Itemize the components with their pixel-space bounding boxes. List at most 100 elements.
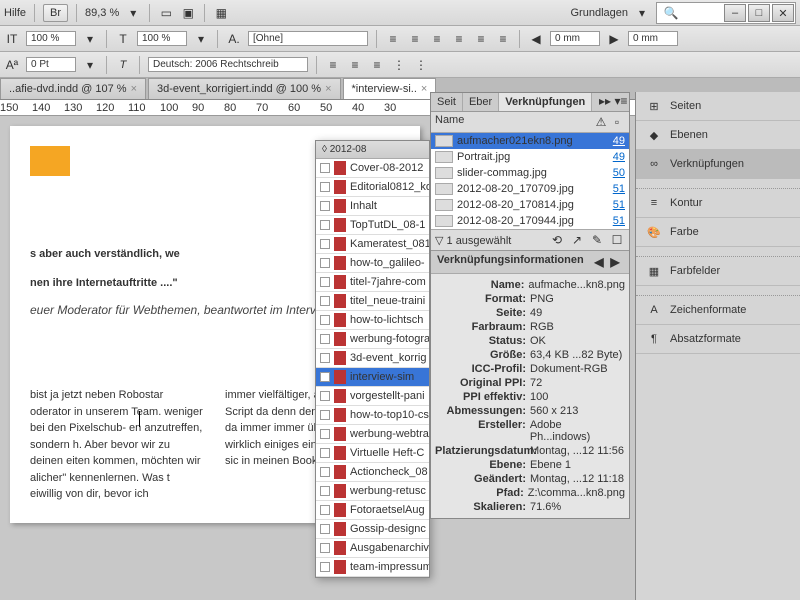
- book-item[interactable]: Virtuelle Heft-C: [316, 444, 429, 463]
- book-item[interactable]: how-to-top10-cs: [316, 406, 429, 425]
- checkbox[interactable]: [320, 543, 330, 553]
- checkbox[interactable]: [320, 239, 330, 249]
- checkbox[interactable]: [320, 486, 330, 496]
- goto-link-icon[interactable]: ↗: [569, 232, 585, 248]
- tab-layers[interactable]: Eber: [463, 93, 499, 111]
- chevron-down-icon[interactable]: ▾: [82, 57, 98, 73]
- checkbox[interactable]: [320, 296, 330, 306]
- book-item[interactable]: werbung-retusc: [316, 482, 429, 501]
- checkbox[interactable]: [320, 258, 330, 268]
- book-item[interactable]: TopTutDL_08-1: [316, 216, 429, 235]
- hscale-input[interactable]: [137, 31, 187, 46]
- panel-menu-icon[interactable]: ▾≡: [613, 93, 629, 109]
- checkbox[interactable]: [320, 182, 330, 192]
- list-icon[interactable]: ⋮: [413, 57, 429, 73]
- checkbox[interactable]: [320, 220, 330, 230]
- baseline-input[interactable]: [26, 57, 76, 72]
- checkbox[interactable]: [320, 467, 330, 477]
- panel-farbfelder[interactable]: ▦Farbfelder: [636, 257, 800, 286]
- char-style-dropdown[interactable]: [Ohne]: [248, 31, 368, 46]
- book-item[interactable]: titel-7jahre-com: [316, 273, 429, 292]
- checkbox[interactable]: [320, 448, 330, 458]
- book-item[interactable]: Editorial0812_ko: [316, 178, 429, 197]
- document-tab[interactable]: 3d-event_korrigiert.indd @ 100 % ×: [148, 78, 340, 99]
- name-column[interactable]: Name: [435, 114, 464, 130]
- panel-kontur[interactable]: ≡Kontur: [636, 189, 800, 218]
- align-right-icon[interactable]: ≡: [429, 31, 445, 47]
- update-link-icon[interactable]: ✎: [589, 232, 605, 248]
- link-row[interactable]: aufmacher021ekn8.png49: [431, 133, 629, 149]
- help-menu[interactable]: Hilfe: [4, 7, 26, 19]
- book-item[interactable]: FotoraetselAug: [316, 501, 429, 520]
- checkbox[interactable]: [320, 201, 330, 211]
- zoom-level[interactable]: 89,3 %: [85, 7, 119, 19]
- book-item[interactable]: Cover-08-2012: [316, 159, 429, 178]
- link-row[interactable]: 2012-08-20_170944.jpg51: [431, 213, 629, 229]
- dropdown-icon[interactable]: ▾: [634, 5, 650, 21]
- bridge-button[interactable]: Br: [43, 4, 68, 22]
- align-left-icon[interactable]: ≡: [385, 31, 401, 47]
- book-item[interactable]: how-to-lichtsch: [316, 311, 429, 330]
- link-row[interactable]: slider-commag.jpg50: [431, 165, 629, 181]
- chevron-down-icon[interactable]: ▾: [193, 31, 209, 47]
- book-item[interactable]: interview-sim: [316, 368, 429, 387]
- book-item[interactable]: team-impressum: [316, 558, 429, 577]
- book-list[interactable]: Cover-08-2012Editorial0812_koInhaltTopTu…: [316, 159, 429, 577]
- vscale-input[interactable]: [26, 31, 76, 46]
- indent2-input[interactable]: [628, 31, 678, 46]
- book-item[interactable]: Actioncheck_08: [316, 463, 429, 482]
- panel-ebenen[interactable]: ◆Ebenen: [636, 121, 800, 150]
- checkbox[interactable]: [320, 315, 330, 325]
- checkbox[interactable]: [320, 277, 330, 287]
- checkbox[interactable]: [320, 391, 330, 401]
- close-button[interactable]: ✕: [772, 4, 794, 22]
- panel-zeichenformate[interactable]: AZeichenformate: [636, 296, 800, 325]
- workspace-dropdown[interactable]: Grundlagen: [571, 7, 629, 19]
- book-item[interactable]: 3d-event_korrig: [316, 349, 429, 368]
- list-icon[interactable]: ⋮: [391, 57, 407, 73]
- align-icon[interactable]: ≡: [347, 57, 363, 73]
- chevron-down-icon[interactable]: ▾: [82, 31, 98, 47]
- page-column-icon[interactable]: ▫: [609, 114, 625, 130]
- checkbox[interactable]: [320, 524, 330, 534]
- book-item[interactable]: Kameratest_081: [316, 235, 429, 254]
- book-item[interactable]: Inhalt: [316, 197, 429, 216]
- checkbox[interactable]: [320, 410, 330, 420]
- warning-column-icon[interactable]: ⚠: [593, 114, 609, 130]
- close-tab-icon[interactable]: ×: [325, 83, 331, 95]
- edit-original-icon[interactable]: ☐: [609, 232, 625, 248]
- checkbox[interactable]: [320, 505, 330, 515]
- align-justify2-icon[interactable]: ≡: [473, 31, 489, 47]
- align-icon[interactable]: ≡: [369, 57, 385, 73]
- align-justify-icon[interactable]: ≡: [451, 31, 467, 47]
- collapse-icon[interactable]: ▸▸: [597, 93, 613, 109]
- language-dropdown[interactable]: Deutsch: 2006 Rechtschreib: [148, 57, 308, 72]
- checkbox[interactable]: [320, 372, 330, 382]
- document-tab[interactable]: ..afie-dvd.indd @ 107 % ×: [0, 78, 146, 99]
- links-list[interactable]: aufmacher021ekn8.png49Portrait.jpg49slid…: [431, 133, 629, 229]
- checkbox[interactable]: [320, 429, 330, 439]
- link-row[interactable]: 2012-08-20_170814.jpg51: [431, 197, 629, 213]
- panel-verknüpfungen[interactable]: ∞Verknüpfungen: [636, 150, 800, 179]
- maximize-button[interactable]: □: [748, 4, 770, 22]
- prev-icon[interactable]: ◀: [591, 254, 607, 270]
- link-row[interactable]: Portrait.jpg49: [431, 149, 629, 165]
- link-row[interactable]: 2012-08-20_170709.jpg51: [431, 181, 629, 197]
- align-justify3-icon[interactable]: ≡: [495, 31, 511, 47]
- book-item[interactable]: how-to_galileo-: [316, 254, 429, 273]
- tab-pages[interactable]: Seit: [431, 93, 463, 111]
- next-icon[interactable]: ▶: [607, 254, 623, 270]
- checkbox[interactable]: [320, 353, 330, 363]
- book-item[interactable]: werbung-fotogra: [316, 330, 429, 349]
- panel-seiten[interactable]: ⊞Seiten: [636, 92, 800, 121]
- screen-mode-icon[interactable]: ▣: [180, 5, 196, 21]
- indent-input[interactable]: [550, 31, 600, 46]
- checkbox[interactable]: [320, 562, 330, 572]
- checkbox[interactable]: [320, 334, 330, 344]
- align-center-icon[interactable]: ≡: [407, 31, 423, 47]
- close-tab-icon[interactable]: ×: [131, 83, 137, 95]
- checkbox[interactable]: [320, 163, 330, 173]
- book-item[interactable]: vorgestellt-pani: [316, 387, 429, 406]
- book-item[interactable]: Gossip-designc: [316, 520, 429, 539]
- dropdown-icon[interactable]: ▾: [125, 5, 141, 21]
